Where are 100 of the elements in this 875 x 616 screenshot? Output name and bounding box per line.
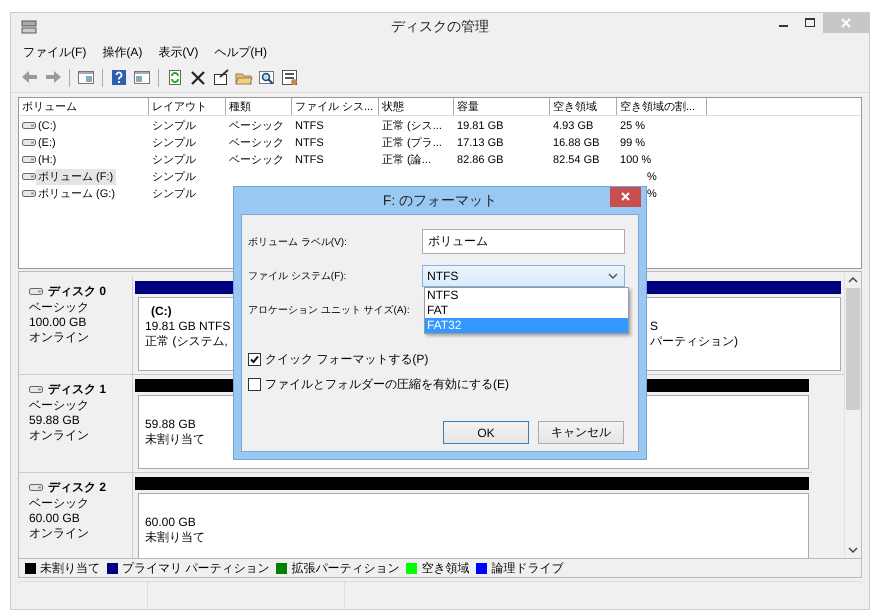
partition-status: 未割り当て [145, 432, 205, 447]
dropdown-option[interactable]: FAT [425, 303, 628, 318]
column-header[interactable]: 空き領域の割... [617, 98, 707, 115]
drive-icon [22, 121, 36, 130]
table-cell: 82.86 GB [457, 154, 504, 166]
legend-label: 論理ドライブ [491, 560, 564, 576]
partition-size: 59.88 GB [145, 417, 196, 432]
volume-name[interactable]: (E:) [36, 134, 59, 150]
table-cell-text: シンプル [152, 170, 196, 184]
table-cell: NTFS [295, 154, 324, 166]
table-cell: 99 % [620, 136, 646, 148]
disk-status: オンライン [29, 330, 89, 345]
legend-label: プライマリ パーティション [122, 560, 270, 576]
menu-item[interactable]: 操作(A) [100, 42, 144, 62]
partition-name: (C:) [150, 304, 172, 319]
partition-size: 19.81 GB NTFS [145, 319, 230, 334]
partition-area[interactable]: 60.00 GB 未割り当て [138, 493, 809, 558]
app-icon [21, 20, 37, 34]
column-header[interactable]: レイアウト [149, 98, 226, 115]
menu-item[interactable]: ファイル(F) [21, 42, 88, 62]
partition-status: 未割り当て [145, 530, 205, 545]
checkbox[interactable] [248, 378, 261, 391]
volume-label-field[interactable]: ボリューム [422, 229, 625, 254]
column-header[interactable]: 容量 [454, 98, 550, 115]
drive-icon [29, 483, 43, 492]
disk-name: ディスク 1 [48, 381, 106, 398]
disk-info-panel[interactable]: ディスク 0 ベーシック 100.00 GB オンライン [19, 277, 133, 374]
magnifier-icon[interactable] [258, 69, 276, 86]
drive-icon [29, 287, 43, 296]
volume-name[interactable]: ボリューム (G:) [36, 186, 118, 202]
table-cell-text: ベーシック [229, 136, 284, 150]
drive-icon [22, 189, 36, 198]
drive-icon [22, 155, 36, 164]
disk-info-panel[interactable]: ディスク 1 ベーシック 59.88 GB オンライン [19, 375, 133, 472]
table-cell: NTFS [295, 136, 324, 148]
disk-status: オンライン [29, 428, 89, 443]
disk-type: ベーシック [29, 300, 89, 315]
window-title: ディスクの管理 [391, 18, 489, 36]
field-label: アロケーション ユニット サイズ(A): [248, 304, 411, 316]
table-cell: 17.13 GB [457, 136, 504, 148]
partition-status: パーティション) [650, 334, 738, 349]
panel-icon[interactable] [77, 69, 95, 86]
table-cell: NTFS [295, 120, 324, 132]
table-cell-text: % [646, 188, 657, 200]
column-header[interactable]: 状態 [379, 98, 454, 115]
table-cell-text: 正常 (論... [382, 153, 431, 167]
drive-icon [22, 138, 36, 147]
checkbox-label[interactable]: クイック フォーマットする(P) [265, 351, 428, 368]
disk-name: ディスク 0 [48, 283, 106, 300]
refresh-icon[interactable] [166, 69, 184, 86]
settings-icon[interactable] [281, 69, 299, 86]
menu-item[interactable]: ヘルプ(H) [212, 42, 269, 62]
disk-name: ディスク 2 [48, 479, 106, 496]
delete-icon[interactable] [189, 69, 207, 86]
scroll-thumb[interactable] [846, 288, 860, 410]
drive-icon [22, 172, 36, 181]
table-cell-text: シンプル [152, 118, 196, 133]
legend-label: 未割り当て [40, 560, 100, 576]
table-cell-text: シンプル [152, 136, 196, 150]
column-header[interactable]: ボリューム [19, 98, 149, 115]
dialog-title: F: のフォーマット [382, 192, 498, 210]
drive-icon [29, 385, 43, 394]
ok-button[interactable]: OK [443, 421, 529, 444]
disk-type: ベーシック [29, 496, 89, 511]
dropdown-option[interactable]: NTFS [425, 288, 628, 303]
legend-label: 拡張パーティション [291, 560, 400, 576]
table-cell-text: ベーシック [229, 153, 284, 167]
volume-name[interactable]: ボリューム (F:) [36, 168, 116, 184]
help-icon[interactable] [110, 69, 128, 86]
table-cell: 82.54 GB [553, 154, 600, 166]
disk-size: 100.00 GB [29, 315, 86, 330]
volume-name[interactable]: (C:) [36, 118, 60, 134]
close-icon[interactable] [610, 187, 641, 207]
table-cell-text: シンプル [152, 152, 196, 167]
column-header[interactable]: ファイル シス... [292, 98, 379, 115]
field-label: ボリューム ラベル(V): [248, 236, 348, 248]
file-system-dropdown[interactable]: NTFS [422, 264, 625, 286]
table-cell: 100 % [620, 154, 652, 166]
menu-item[interactable]: 表示(V) [156, 42, 200, 62]
table-cell: 19.81 GB [457, 120, 504, 132]
checkbox[interactable] [248, 353, 261, 366]
volume-name[interactable]: (H:) [36, 152, 60, 168]
partition-status: 正常 (システム, [145, 334, 228, 349]
column-header[interactable]: 空き領域 [550, 98, 617, 115]
legend-label: 空き領域 [421, 560, 470, 576]
disk-size: 59.88 GB [29, 413, 80, 428]
disk-status: オンライン [29, 526, 89, 541]
table-cell-text: % [646, 170, 657, 182]
properties-icon[interactable] [212, 69, 230, 86]
scrollbar[interactable] [844, 272, 861, 558]
partition-size: S [650, 319, 658, 334]
cancel-button[interactable]: キャンセル [538, 421, 624, 444]
table-cell: 4.93 GB [553, 120, 594, 132]
checkbox-label[interactable]: ファイルとフォルダーの圧縮を有効にする(E) [265, 376, 509, 393]
table-cell-text: シンプル [152, 186, 196, 201]
table-cell-text: 正常 (プラ... [382, 136, 442, 150]
panel-icon[interactable] [133, 69, 151, 86]
table-cell-text: 正常 (シス... [382, 119, 442, 133]
column-header[interactable]: 種類 [226, 98, 292, 115]
field-label: ファイル システム(F): [248, 270, 348, 282]
